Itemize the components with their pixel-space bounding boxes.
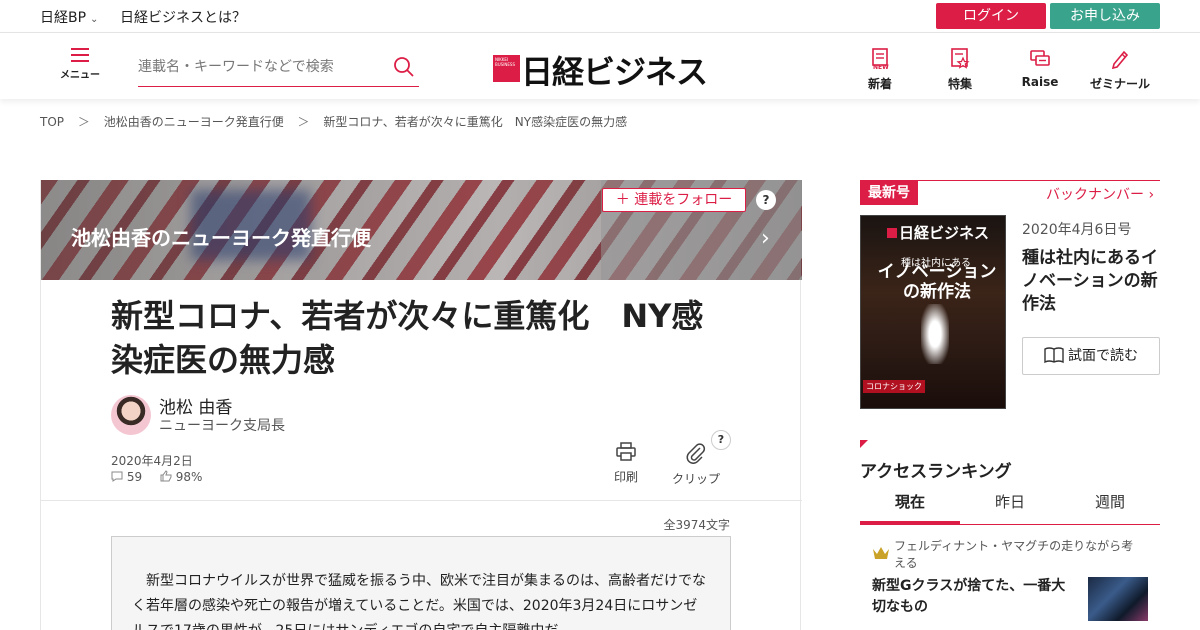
clip-help-icon[interactable]: ?: [711, 430, 731, 450]
tab-weekly[interactable]: 週間: [1060, 488, 1160, 524]
issue-title[interactable]: 種は社内にあるイノベーションの新作法: [1022, 247, 1162, 316]
crown-icon: [873, 547, 889, 559]
tab-current[interactable]: 現在: [860, 488, 960, 524]
latest-issue-tag: 最新号: [860, 181, 918, 205]
chat-bubbles-icon: [1030, 50, 1050, 66]
breadcrumb-current: 新型コロナ、若者が次々に重篤化 NY感染症医の無力感: [323, 115, 628, 129]
site-header: メニュー NIKKEI BUSINESS 日経ビジネス NEW 新着 特集 Ra…: [0, 33, 1200, 99]
author-role: ニューヨーク支局長: [159, 418, 285, 434]
follow-label: 連載をフォロー: [634, 192, 733, 208]
cover-light-beam: [921, 304, 949, 364]
menu-label: メニュー: [60, 70, 100, 81]
breadcrumb-separator: ＞: [77, 115, 90, 129]
trial-read-button[interactable]: 試面で読む: [1022, 337, 1160, 375]
series-banner[interactable]: 池松由香のニューヨーク発直行便 ＋ 連載をフォロー ? ›: [41, 180, 802, 280]
article-lead: 新型コロナウイルスが世界で猛威を振るう中、欧米で注目が集まるのは、高齢者だけでな…: [111, 536, 731, 630]
print-label: 印刷: [613, 470, 638, 484]
cover-logo: 日経ビジネス: [887, 222, 989, 243]
publish-date: 2020年4月2日: [111, 454, 193, 468]
hamburger-icon: [71, 48, 89, 62]
trial-read-label: 試面で読む: [1068, 348, 1138, 364]
series-title[interactable]: 池松由香のニューヨーク発直行便: [71, 222, 371, 251]
plus-icon: ＋: [615, 192, 630, 208]
nikkei-bp-label: 日経BP: [40, 10, 87, 26]
article-headline: 新型コロナ、若者が次々に重篤化 NY感染症医の無力感: [111, 297, 704, 379]
thumbs-up-icon: [160, 470, 172, 482]
chevron-right-icon[interactable]: ›: [761, 226, 770, 251]
search-icon[interactable]: [393, 56, 415, 82]
clip-label: クリップ: [671, 472, 720, 486]
article-stats: 59 98%: [111, 470, 202, 484]
author-avatar[interactable]: [111, 395, 151, 435]
nav-seminar-label: ゼミナール: [1090, 77, 1151, 91]
character-count: 全3974文字: [663, 518, 730, 532]
apply-button[interactable]: お申し込み: [1050, 3, 1160, 29]
pen-icon: [1111, 50, 1129, 70]
top-utility-bar: 日経BP ⌄ 日経ビジネスとは？ ログイン お申し込み: [0, 0, 1200, 33]
search-input[interactable]: [138, 53, 378, 81]
nav-raise[interactable]: Raise: [1010, 47, 1070, 89]
login-button[interactable]: ログイン: [936, 3, 1046, 29]
nav-raise-label: Raise: [1021, 75, 1059, 89]
article-divider: [41, 500, 802, 501]
comment-icon: [111, 471, 123, 482]
svg-text:NEW: NEW: [873, 64, 889, 69]
paperclip-icon: [686, 443, 706, 464]
print-button[interactable]: 印刷: [596, 442, 656, 485]
new-document-icon: NEW: [872, 48, 889, 71]
ranking-item-series[interactable]: フェルディナント・ヤマグチの走りながら考える: [894, 538, 1144, 572]
ranking-item-headline[interactable]: 新型Gクラスが捨てた、一番大切なもの: [872, 576, 1077, 618]
logo-text: 日経ビジネス: [521, 53, 708, 91]
nav-new-label: 新着: [867, 77, 892, 91]
chevron-right-icon: ›: [1148, 187, 1155, 203]
nav-new[interactable]: NEW 新着: [850, 47, 910, 92]
follow-help-icon[interactable]: ?: [756, 190, 776, 210]
feature-star-icon: [951, 48, 970, 69]
nikkei-bp-link[interactable]: 日経BP ⌄: [40, 7, 98, 27]
breadcrumb: TOP ＞ 池松由香のニューヨーク発直行便 ＞ 新型コロナ、若者が次々に重篤化 …: [40, 113, 627, 130]
chevron-down-icon: ⌄: [90, 14, 99, 25]
breadcrumb-separator: ＞: [297, 115, 310, 129]
cover-footer-tag: コロナショック: [863, 380, 925, 393]
nav-feature-label: 特集: [947, 77, 972, 91]
ranking-tabs: 現在 昨日 週間: [860, 488, 1160, 525]
like-ratio[interactable]: 98%: [176, 470, 203, 484]
about-link[interactable]: 日経ビジネスとは？: [120, 7, 246, 27]
ranking-title: アクセスランキング: [860, 462, 1012, 482]
nav-seminar[interactable]: ゼミナール: [1090, 47, 1150, 92]
ranking-corner-mark: [860, 440, 868, 448]
magazine-cover[interactable]: 日経ビジネス 種は社内にある イノベーションの新作法 コロナショック: [860, 215, 1006, 409]
nav-feature[interactable]: 特集: [930, 47, 990, 92]
issue-date: 2020年4月6日号: [1022, 222, 1132, 238]
breadcrumb-top[interactable]: TOP: [40, 115, 64, 129]
article-card: 池松由香のニューヨーク発直行便 ＋ 連載をフォロー ? › 新型コロナ、若者が次…: [40, 180, 802, 630]
logo-mark: NIKKEI BUSINESS: [493, 55, 520, 82]
breadcrumb-series[interactable]: 池松由香のニューヨーク発直行便: [104, 115, 284, 129]
backnumber-label: バックナンバー: [1046, 187, 1144, 203]
tab-yesterday[interactable]: 昨日: [960, 488, 1060, 524]
ranking-item-thumbnail[interactable]: [1088, 577, 1148, 621]
follow-series-button[interactable]: ＋ 連載をフォロー: [602, 188, 746, 212]
search-box: [138, 53, 419, 87]
cover-headline: イノベーションの新作法: [877, 262, 997, 302]
open-book-icon: [1044, 347, 1064, 364]
menu-button[interactable]: メニュー: [58, 48, 102, 88]
backnumber-link[interactable]: バックナンバー ›: [1046, 184, 1154, 204]
printer-icon: [616, 442, 636, 461]
comment-count[interactable]: 59: [127, 470, 142, 484]
